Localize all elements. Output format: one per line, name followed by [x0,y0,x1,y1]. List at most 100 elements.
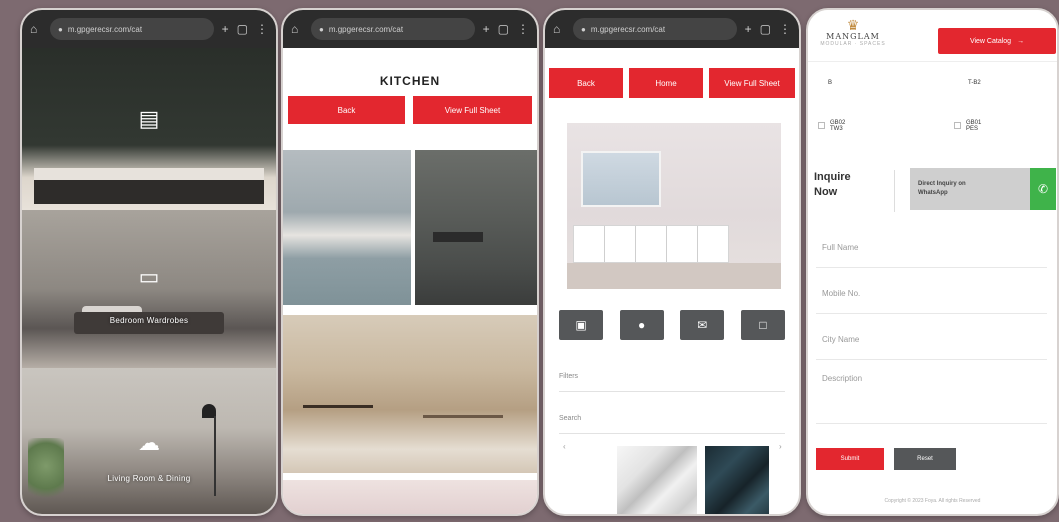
view-full-sheet-button[interactable]: View Full Sheet [709,68,795,98]
category-living-tile[interactable]: ☁ Living Room & Dining [22,368,276,514]
checkbox[interactable] [818,122,825,129]
search-field[interactable]: Search [559,404,785,434]
option-checkbox-left[interactable]: GB02 TW3 [818,120,845,132]
back-button[interactable]: Back [288,96,406,124]
share-icons: ▣ ● ✉ □ [559,310,785,340]
catalog-button-label: View Catalog [969,37,1012,45]
inquire-now-heading: Inquire Now [814,171,851,198]
url-text: m.gpgerecsr.com/cat [590,24,666,34]
kitchen-cabinet-image [34,180,264,204]
kitchen-icon: ▤ [138,106,160,131]
logo-sub: MODULAR · SPACES [820,41,886,47]
tabs-icon[interactable]: ▢ [760,22,771,36]
dark-marble-swatch[interactable] [705,446,769,514]
product-actions: Back Home View Full Sheet [545,48,799,98]
bathroom-vanity-image[interactable] [567,123,781,289]
mobile-input[interactable]: Mobile No. [816,274,1047,314]
kebab-menu-icon[interactable]: ⋮ [779,22,791,36]
option-left: B [828,80,833,86]
lock-icon: ● [581,24,586,34]
description-textarea[interactable]: Description [816,364,1047,424]
phone-screen-categories: ⌂ ● m.gpgerecsr.com/cat + ▢ ⋮ ▤ ▭ Bedroo… [20,8,278,516]
lock-icon: ● [319,24,324,34]
submit-button[interactable]: Submit [816,448,884,470]
phone-screen-product: ⌂ ● m.gpgerecsr.com/cat + ▢ ⋮ Back Home … [543,8,801,516]
new-tab-icon[interactable]: + [483,22,490,36]
bed-icon: ▭ [138,264,160,289]
logo-name: MANGLAM [826,32,880,41]
floor-image [567,263,781,289]
brand-logo[interactable]: ♛ MANGLAM MODULAR · SPACES [818,18,888,47]
plant-image [28,438,64,508]
logo-mark-icon: ♛ [846,17,860,33]
browser-url-bar: ⌂ ● m.gpgerecsr.com/cat + ▢ ⋮ [545,10,799,48]
city-input[interactable]: City Name [816,320,1047,360]
square-icon[interactable]: □ [740,310,785,340]
home-icon[interactable]: ⌂ [553,22,565,36]
copyright-text: Copyright © 2023 Foya. All rights Reserv… [884,498,981,504]
kitchen-image-3[interactable] [283,315,537,473]
option-right: GB01 PES [966,120,982,132]
kitchen-image-4[interactable] [283,480,537,514]
next-arrow-icon[interactable]: › [779,442,782,451]
circle-icon[interactable]: ● [619,310,664,340]
divider [894,170,895,212]
phone-screen-inquiry: ♛ MANGLAM MODULAR · SPACES View Catalog … [806,8,1059,516]
tabs-icon[interactable]: ▢ [237,22,248,36]
url-text: m.gpgerecsr.com/cat [67,24,143,34]
whatsapp-inquiry-button[interactable]: Direct Inquiry on WhatsApp ✆ [910,168,1056,210]
option-right: T-B2 [968,80,981,86]
tabs-icon[interactable]: ▢ [498,22,509,36]
home-icon[interactable]: ⌂ [30,22,42,36]
white-marble-swatch[interactable] [617,446,697,514]
island-image [423,415,503,418]
address-field[interactable]: ● m.gpgerecsr.com/cat [573,18,737,40]
kitchen-image-1[interactable] [283,150,411,305]
sofa-icon: ☁ [138,430,160,455]
page-title: KITCHEN [379,74,441,88]
reset-button[interactable]: Reset [894,448,956,470]
address-field[interactable]: ● m.gpgerecsr.com/cat [311,18,475,40]
lamp-pole-image [214,416,216,496]
table-image [303,405,373,408]
option-checkbox-right[interactable]: GB01 PES [954,120,981,132]
kitchen-gallery [283,150,537,514]
new-tab-icon[interactable]: + [222,22,229,36]
kebab-menu-icon[interactable]: ⋮ [256,22,268,36]
arrow-right-icon: → [1017,37,1025,45]
living-caption: Living Room & Dining [107,474,191,483]
option-left: GB02 TW3 [830,120,846,132]
full-name-input[interactable]: Full Name [816,228,1047,268]
kitchen-actions: Back View Full Sheet [283,88,537,132]
back-button[interactable]: Back [549,68,623,98]
kitchen-page: KITCHEN Back View Full Sheet [283,48,537,514]
home-icon[interactable]: ⌂ [291,22,303,36]
browser-url-bar: ⌂ ● m.gpgerecsr.com/cat + ▢ ⋮ [22,10,276,48]
checkbox[interactable] [954,122,961,129]
site-header: ♛ MANGLAM MODULAR · SPACES View Catalog … [808,10,1057,62]
kitchen-image-2[interactable] [415,150,537,305]
url-text: m.gpgerecsr.com/cat [328,24,404,34]
category-kitchen-tile[interactable]: ▤ [22,48,276,210]
product-page: Back Home View Full Sheet ▣ ● ✉ □ Filter… [545,48,799,514]
image-icon[interactable]: ▣ [559,310,603,340]
phone-screen-kitchen: ⌂ ● m.gpgerecsr.com/cat + ▢ ⋮ KITCHEN Ba… [281,8,539,516]
view-full-sheet-button[interactable]: View Full Sheet [413,96,532,124]
mirror-image [581,151,661,207]
oven-image [433,232,483,242]
prev-arrow-icon[interactable]: ‹ [563,442,566,451]
view-catalog-button[interactable]: View Catalog → [938,28,1056,54]
browser-url-bar: ⌂ ● m.gpgerecsr.com/cat + ▢ ⋮ [283,10,537,48]
whatsapp-icon: ✆ [1030,168,1056,210]
bedroom-caption: Bedroom Wardrobes [109,316,189,325]
whatsapp-label: Direct Inquiry on WhatsApp [918,181,966,196]
new-tab-icon[interactable]: + [745,22,752,36]
address-field[interactable]: ● m.gpgerecsr.com/cat [50,18,214,40]
lock-icon: ● [58,24,63,34]
kebab-menu-icon[interactable]: ⋮ [517,22,529,36]
home-button[interactable]: Home [629,68,703,98]
category-bedroom-tile[interactable]: ▭ Bedroom Wardrobes [22,210,276,368]
envelope-icon[interactable]: ✉ [680,310,725,340]
vanity-cabinet-image [573,225,729,263]
filters-field[interactable]: Filters [559,362,785,392]
